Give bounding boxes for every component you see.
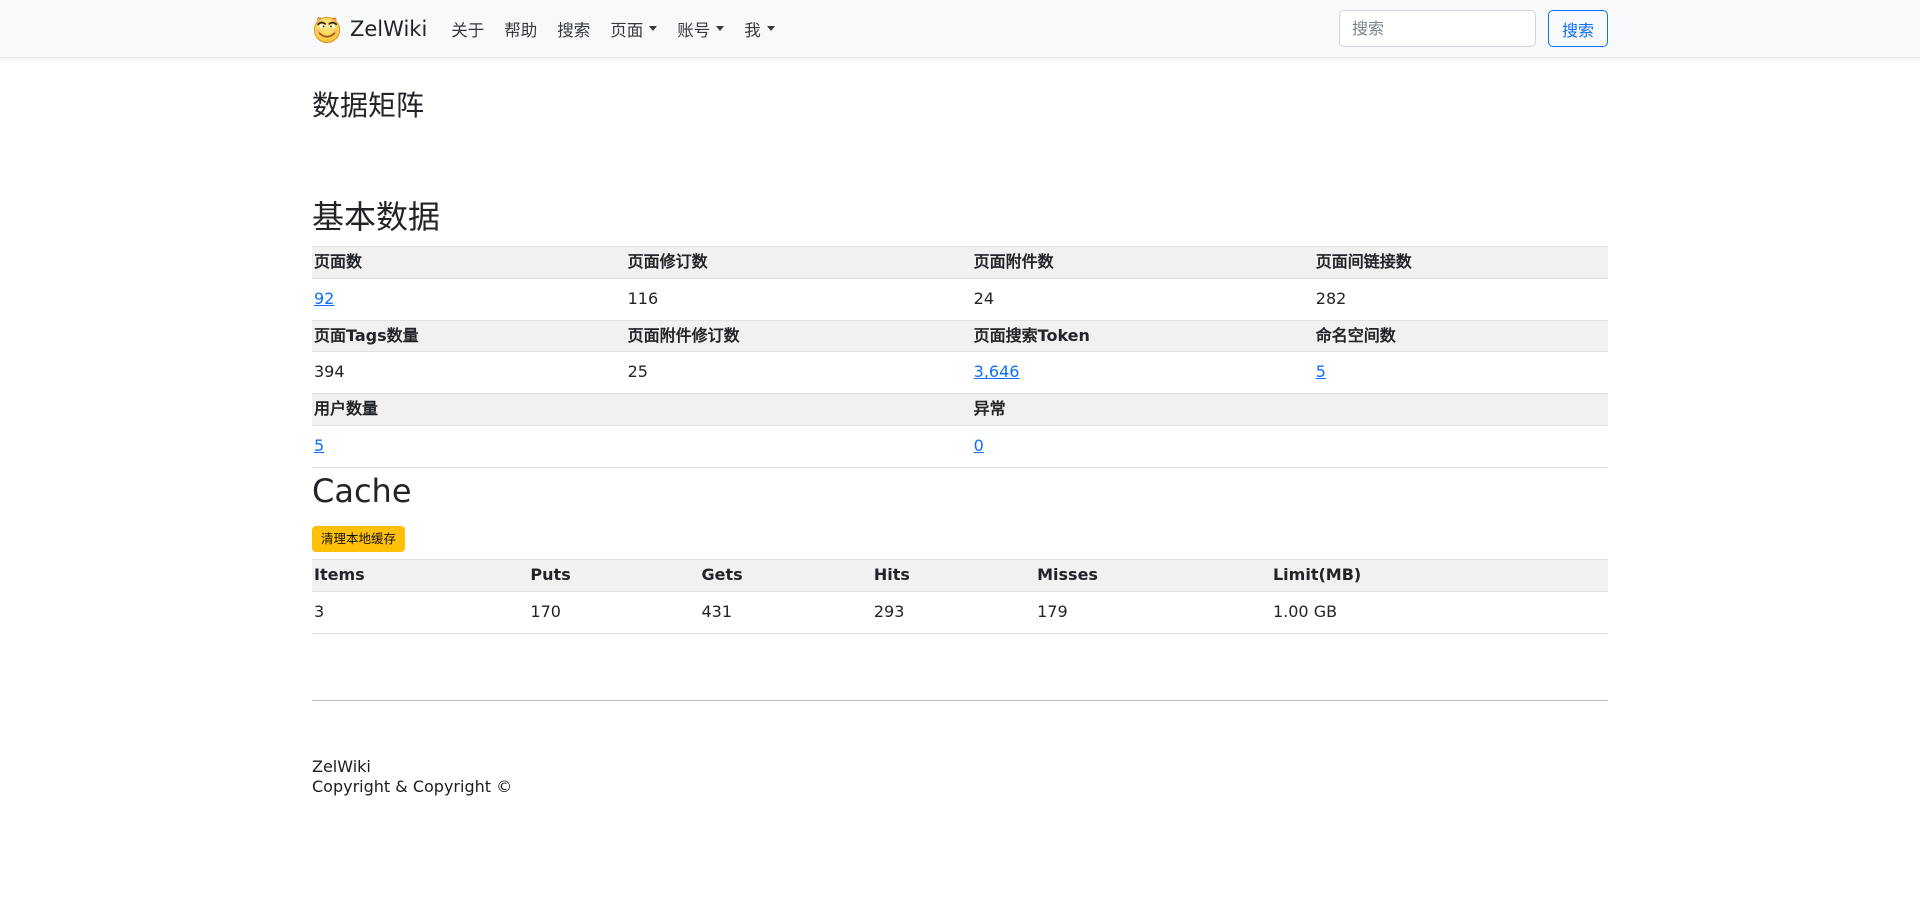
footer-copyright: Copyright & Copyright ©: [312, 777, 1608, 797]
column-header: [626, 394, 972, 426]
search-token-link[interactable]: 3,646: [974, 362, 1020, 381]
table-row: Items Puts Gets Hits Misses Limit(MB): [312, 560, 1608, 592]
nav-item-pages-dropdown[interactable]: 页面: [600, 9, 667, 49]
brand-link[interactable]: ZelWiki: [312, 14, 427, 44]
column-header: 页面数: [312, 247, 626, 279]
column-header: 用户数量: [312, 394, 626, 426]
column-header: 页面间链接数: [1314, 247, 1608, 279]
cell-value: 394: [312, 352, 626, 394]
nav-item-search[interactable]: 搜索: [547, 9, 600, 49]
cell-value: [1314, 425, 1608, 467]
cell-value: 282: [1314, 278, 1608, 320]
column-header: 页面修订数: [626, 247, 972, 279]
nav-item-about[interactable]: 关于: [441, 9, 494, 49]
table-row: 页面数 页面修订数 页面附件数 页面间链接数: [312, 247, 1608, 279]
navbar: ZelWiki 关于 帮助 搜索 页面 账号 我 搜索: [0, 0, 1920, 58]
cell-value: 179: [1035, 591, 1271, 633]
smiley-logo-icon: [312, 14, 342, 44]
namespace-count-link[interactable]: 5: [1316, 362, 1326, 381]
main-content: 数据矩阵 基本数据 页面数 页面修订数 页面附件数 页面间链接数 92 116 …: [300, 84, 1620, 798]
cache-heading: Cache: [312, 472, 1608, 510]
exception-count-link[interactable]: 0: [974, 436, 984, 455]
navbar-search-form: 搜索: [1339, 10, 1608, 47]
column-header: Misses: [1035, 560, 1271, 592]
user-count-link[interactable]: 5: [314, 436, 324, 455]
chevron-down-icon: [716, 26, 724, 31]
cell-value: 3: [312, 591, 528, 633]
column-header: 命名空间数: [1314, 320, 1608, 352]
nav-item-me-dropdown[interactable]: 我: [734, 9, 785, 49]
column-header: Gets: [699, 560, 871, 592]
cell-value: 170: [528, 591, 699, 633]
column-header: 异常: [972, 394, 1314, 426]
table-row: 3 170 431 293 179 1.00 GB: [312, 591, 1608, 633]
table-row: 用户数量 异常: [312, 394, 1608, 426]
column-header: [1314, 394, 1608, 426]
page-title: 数据矩阵: [312, 84, 1608, 124]
column-header: 页面附件修订数: [626, 320, 972, 352]
cell-value: 431: [699, 591, 871, 633]
clear-local-cache-button[interactable]: 清理本地缓存: [312, 526, 405, 552]
cell-value: [626, 425, 972, 467]
chevron-down-icon: [649, 26, 657, 31]
table-row: 92 116 24 282: [312, 278, 1608, 320]
search-input[interactable]: [1339, 10, 1536, 47]
column-header: Hits: [872, 560, 1035, 592]
footer-divider: [312, 700, 1608, 701]
main-nav: 关于 帮助 搜索 页面 账号 我: [441, 9, 785, 49]
table-row: 页面Tags数量 页面附件修订数 页面搜索Token 命名空间数: [312, 320, 1608, 352]
cell-value: 24: [972, 278, 1314, 320]
column-header: Limit(MB): [1271, 560, 1608, 592]
nav-item-help[interactable]: 帮助: [494, 9, 547, 49]
basic-data-heading: 基本数据: [312, 192, 1608, 238]
brand-label: ZelWiki: [350, 17, 427, 41]
basic-data-table: 页面数 页面修订数 页面附件数 页面间链接数 92 116 24 282 页面T…: [312, 246, 1608, 468]
cache-table: Items Puts Gets Hits Misses Limit(MB) 3 …: [312, 559, 1608, 634]
table-row: 5 0: [312, 425, 1608, 467]
table-row: 394 25 3,646 5: [312, 352, 1608, 394]
footer: ZelWiki Copyright & Copyright ©: [312, 757, 1608, 798]
column-header: Items: [312, 560, 528, 592]
cell-value: 1.00 GB: [1271, 591, 1608, 633]
cell-value: 293: [872, 591, 1035, 633]
column-header: Puts: [528, 560, 699, 592]
column-header: 页面搜索Token: [972, 320, 1314, 352]
column-header: 页面附件数: [972, 247, 1314, 279]
cell-value: 25: [626, 352, 972, 394]
footer-brand: ZelWiki: [312, 757, 1608, 777]
page-count-link[interactable]: 92: [314, 289, 334, 308]
nav-item-account-dropdown[interactable]: 账号: [667, 9, 734, 49]
column-header: 页面Tags数量: [312, 320, 626, 352]
chevron-down-icon: [767, 26, 775, 31]
search-submit-button[interactable]: 搜索: [1548, 10, 1608, 47]
cell-value: 116: [626, 278, 972, 320]
